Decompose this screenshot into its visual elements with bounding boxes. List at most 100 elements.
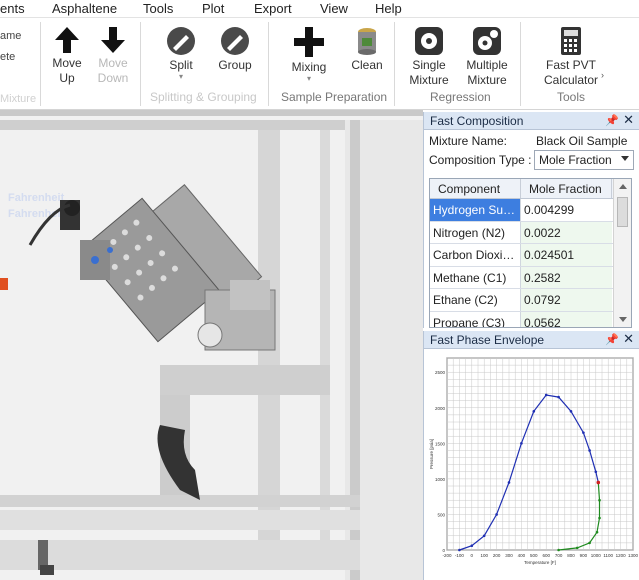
move-down-button[interactable]: Move Down bbox=[94, 26, 132, 86]
table-row[interactable]: Methane (C1) 0.2582 bbox=[430, 266, 631, 289]
table-row[interactable]: Hydrogen Sulp... 0.004299 bbox=[430, 199, 631, 222]
group-pencil-icon bbox=[221, 27, 249, 55]
split-button[interactable]: Split ▾ bbox=[160, 26, 202, 81]
clean-label: Clean bbox=[351, 58, 383, 72]
mixing-dropdown-icon[interactable]: ▾ bbox=[289, 75, 329, 83]
mixing-button[interactable]: Mixing ▾ bbox=[289, 26, 329, 83]
x-tick-label: 500 bbox=[530, 553, 538, 558]
column-header-component[interactable]: Component bbox=[430, 179, 521, 198]
y-tick-label: 2500 bbox=[435, 370, 446, 375]
data-point bbox=[582, 431, 585, 434]
table-row[interactable]: Ethane (C2) 0.0792 bbox=[430, 289, 631, 312]
data-point bbox=[595, 530, 599, 534]
tools-group-label: Tools bbox=[557, 90, 586, 104]
move-up-button[interactable]: Move Up bbox=[48, 26, 86, 86]
split-dropdown-icon[interactable]: ▾ bbox=[160, 73, 202, 81]
ribbon-separator bbox=[520, 22, 521, 106]
mixture-name-label: Mixture Name: bbox=[429, 134, 508, 148]
mole-fraction-cell[interactable]: 0.0022 bbox=[521, 221, 612, 243]
composition-type-value: Mole Fraction bbox=[539, 153, 612, 167]
calculator-icon bbox=[561, 27, 581, 55]
ribbon-delete-cut[interactable]: ete bbox=[0, 51, 15, 63]
scroll-thumb[interactable] bbox=[617, 197, 628, 227]
clean-button[interactable]: Clean bbox=[347, 26, 387, 73]
composition-type-label: Composition Type : bbox=[429, 153, 532, 167]
x-tick-label: 800 bbox=[567, 553, 575, 558]
x-tick-label: 900 bbox=[580, 553, 588, 558]
x-tick-label: -200 bbox=[442, 553, 452, 558]
fast-phase-envelope-title: Fast Phase Envelope bbox=[430, 333, 545, 347]
move-up-label: Move Up bbox=[52, 56, 82, 85]
data-point bbox=[482, 534, 486, 538]
x-tick-label: 200 bbox=[493, 553, 501, 558]
menu-bar: ents Asphaltene Tools Plot Export View H… bbox=[0, 0, 639, 18]
mole-fraction-cell[interactable]: 0.0562 bbox=[521, 311, 612, 327]
regression-group-label: Regression bbox=[430, 90, 491, 104]
menu-plot[interactable]: Plot bbox=[202, 1, 224, 16]
pin-icon[interactable]: 📌 bbox=[605, 114, 619, 127]
data-point bbox=[507, 481, 511, 484]
table-row[interactable]: Carbon Dioxide... 0.024501 bbox=[430, 244, 631, 267]
mole-fraction-cell[interactable]: 0.024501 bbox=[521, 244, 612, 266]
menu-view[interactable]: View bbox=[320, 1, 348, 16]
single-mixture-label: Single Mixture bbox=[409, 58, 449, 87]
data-point bbox=[557, 395, 560, 399]
plus-icon bbox=[294, 27, 324, 57]
mole-fraction-cell[interactable]: 0.0792 bbox=[521, 289, 612, 311]
table-row[interactable]: Propane (C3) 0.0562 bbox=[430, 311, 631, 327]
fast-composition-title: Fast Composition bbox=[430, 114, 524, 128]
data-point bbox=[520, 442, 523, 445]
mole-fraction-cell[interactable]: 0.2582 bbox=[521, 266, 612, 288]
x-tick-label: 1200 bbox=[616, 553, 627, 558]
ribbon-rename-cut[interactable]: ame bbox=[0, 30, 21, 42]
scroll-down-icon[interactable] bbox=[619, 317, 627, 322]
composition-type-select[interactable]: Mole Fraction bbox=[534, 150, 634, 170]
close-icon[interactable]: ✕ bbox=[623, 331, 634, 347]
menu-asphaltene[interactable]: Asphaltene bbox=[52, 1, 117, 16]
multiple-mixture-button[interactable]: Multiple Mixture bbox=[460, 26, 514, 88]
gear-icon bbox=[415, 27, 443, 55]
table-row[interactable]: Nitrogen (N2) 0.0022 bbox=[430, 221, 631, 244]
pvt-apparatus-image bbox=[0, 120, 423, 580]
arrow-up-icon bbox=[55, 27, 79, 53]
table-scrollbar[interactable] bbox=[613, 179, 631, 327]
scroll-up-icon[interactable] bbox=[619, 184, 627, 189]
splitting-grouping-group-label: Splitting & Grouping bbox=[150, 90, 257, 104]
data-point bbox=[569, 410, 573, 413]
ribbon-separator bbox=[268, 22, 269, 106]
data-point bbox=[544, 393, 548, 397]
menu-components[interactable]: ents bbox=[0, 1, 25, 16]
data-point bbox=[557, 548, 560, 552]
component-cell[interactable]: Nitrogen (N2) bbox=[430, 221, 521, 243]
data-point bbox=[458, 548, 461, 552]
multiple-mixture-label: Multiple Mixture bbox=[466, 58, 508, 87]
ribbon-mixture-cut: Mixture bbox=[0, 93, 37, 105]
data-point bbox=[594, 470, 598, 474]
data-point bbox=[495, 513, 498, 516]
component-cell[interactable]: Carbon Dioxide... bbox=[430, 244, 521, 266]
close-icon[interactable]: ✕ bbox=[623, 112, 634, 128]
component-cell[interactable]: Ethane (C2) bbox=[430, 289, 521, 311]
ribbon-expand-icon[interactable]: › bbox=[601, 70, 604, 80]
menu-tools[interactable]: Tools bbox=[143, 1, 173, 16]
y-axis-label: Pressure [psia] bbox=[429, 439, 434, 469]
ribbon-separator bbox=[140, 22, 141, 106]
pin-icon[interactable]: 📌 bbox=[605, 333, 619, 346]
menu-help[interactable]: Help bbox=[375, 1, 402, 16]
component-cell[interactable]: Propane (C3) bbox=[430, 311, 521, 327]
mixture-name-value: Black Oil Sample bbox=[536, 134, 628, 148]
sample-preparation-group-label: Sample Preparation bbox=[281, 90, 388, 104]
component-cell[interactable]: Hydrogen Sulp... bbox=[430, 199, 521, 221]
composition-table: Component Mole Fraction Hydrogen Sulp...… bbox=[429, 178, 632, 328]
group-button[interactable]: Group bbox=[214, 26, 256, 73]
column-header-mole-fraction[interactable]: Mole Fraction bbox=[521, 179, 612, 198]
data-point bbox=[598, 516, 601, 520]
phase-envelope-chart[interactable]: -200 -100 0 100 200 300 400 500 600 700 800 900 1000… bbox=[425, 350, 639, 580]
component-cell[interactable]: Methane (C1) bbox=[430, 266, 521, 288]
split-label: Split bbox=[169, 58, 193, 72]
menu-export[interactable]: Export bbox=[254, 1, 292, 16]
fast-pvt-calculator-button[interactable]: Fast PVT Calculator bbox=[540, 26, 602, 88]
mole-fraction-cell[interactable]: 0.004299 bbox=[521, 199, 612, 221]
single-mixture-button[interactable]: Single Mixture bbox=[404, 26, 454, 88]
y-tick-label: 2000 bbox=[435, 406, 446, 411]
